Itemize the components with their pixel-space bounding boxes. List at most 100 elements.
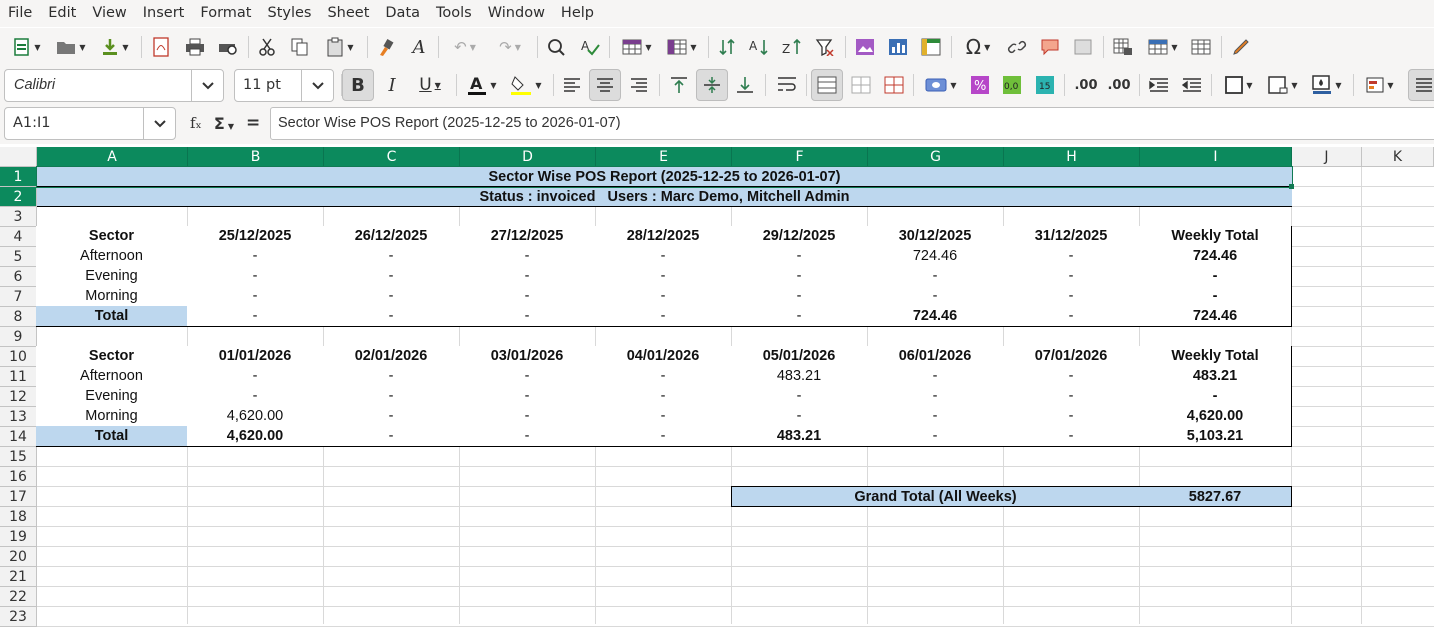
column-header-k[interactable]: K (1362, 147, 1434, 167)
align-bottom-icon[interactable] (733, 72, 757, 98)
sort-icon[interactable] (715, 34, 739, 60)
autofilter-icon[interactable] (813, 34, 837, 60)
function-wizard-icon[interactable]: fₓ (190, 114, 202, 132)
sort-ascending-icon[interactable]: A (747, 34, 771, 60)
define-print-area-icon[interactable] (1111, 34, 1135, 60)
menu-tools[interactable]: Tools (428, 0, 480, 27)
split-window-icon[interactable] (1189, 34, 1213, 60)
row-header-12[interactable]: 12 (0, 387, 37, 407)
menu-window[interactable]: Window (480, 0, 553, 27)
open-folder-icon[interactable]: ▼ (52, 34, 90, 60)
format-as-currency-icon[interactable]: ▼ (920, 72, 962, 98)
conditional-format-icon[interactable]: ▼ (1360, 72, 1400, 98)
font-color-icon[interactable]: A ▼ (462, 72, 502, 98)
menu-help[interactable]: Help (553, 0, 602, 27)
chevron-down-icon[interactable] (143, 108, 175, 139)
row-header-3[interactable]: 3 (0, 207, 37, 227)
row-header-7[interactable]: 7 (0, 287, 37, 307)
clone-formatting-icon[interactable] (375, 34, 397, 60)
sum-icon[interactable]: Σ ▼ (214, 114, 234, 133)
row-header-9[interactable]: 9 (0, 327, 37, 347)
italic-icon[interactable]: I (380, 72, 404, 98)
align-right-icon[interactable] (627, 72, 651, 98)
menu-edit[interactable]: Edit (40, 0, 84, 27)
column-header-c[interactable]: C (324, 147, 460, 167)
row-header-19[interactable]: 19 (0, 527, 37, 547)
row-header-17[interactable]: 17 (0, 487, 37, 507)
special-character-icon[interactable]: Ω ▼ (958, 34, 998, 60)
sort-descending-icon[interactable]: Z (780, 34, 804, 60)
save-icon[interactable]: ▼ (96, 34, 134, 60)
name-box[interactable]: A1:I1 (4, 107, 176, 140)
row-header-18[interactable]: 18 (0, 507, 37, 527)
wrap-text-icon[interactable] (775, 72, 799, 98)
row-header-22[interactable]: 22 (0, 587, 37, 607)
column-header-h[interactable]: H (1004, 147, 1140, 167)
column-header-j[interactable]: J (1292, 147, 1362, 167)
print-icon[interactable] (183, 34, 207, 60)
insert-chart-icon[interactable] (886, 34, 910, 60)
column-header-b[interactable]: B (188, 147, 324, 167)
row-header-14[interactable]: 14 (0, 427, 37, 447)
cut-icon[interactable] (256, 34, 278, 60)
menu-styles[interactable]: Styles (259, 0, 319, 27)
menu-view[interactable]: View (84, 0, 134, 27)
comment-icon[interactable] (1038, 34, 1062, 60)
hyperlink-icon[interactable] (1005, 34, 1029, 60)
row-header-11[interactable]: 11 (0, 367, 37, 387)
row-header-21[interactable]: 21 (0, 567, 37, 587)
underline-icon[interactable]: U ▼ (410, 72, 450, 98)
format-as-date-icon[interactable]: 15 (1033, 72, 1057, 98)
column-header-f[interactable]: F (732, 147, 868, 167)
headers-footers-icon[interactable] (1071, 34, 1095, 60)
sidebar-toggle-icon[interactable] (1408, 69, 1434, 101)
borders-icon[interactable]: ▼ (1219, 72, 1259, 98)
row-header-16[interactable]: 16 (0, 467, 37, 487)
highlighting-color-icon[interactable]: ▼ (506, 72, 546, 98)
decrease-indent-icon[interactable] (1180, 72, 1204, 98)
increase-indent-icon[interactable] (1147, 72, 1171, 98)
redo-icon[interactable]: ↷ ▼ (490, 34, 530, 60)
row-header-13[interactable]: 13 (0, 407, 37, 427)
format-as-number-icon[interactable]: 0,0 (1000, 72, 1024, 98)
column-header-e[interactable]: E (596, 147, 732, 167)
undo-icon[interactable]: ↶ ▼ (445, 34, 485, 60)
formula-icon[interactable]: = (246, 113, 260, 133)
insert-image-icon[interactable] (853, 34, 877, 60)
column-header-i[interactable]: I (1140, 147, 1292, 167)
row-header-23[interactable]: 23 (0, 607, 37, 627)
column-icon[interactable]: ▼ (662, 34, 702, 60)
draw-functions-icon[interactable] (1229, 34, 1253, 60)
add-decimal-place-icon[interactable]: .00 (1073, 72, 1099, 98)
border-color-icon[interactable]: ▼ (1307, 72, 1347, 98)
bold-icon[interactable]: B (342, 69, 374, 101)
new-document-icon[interactable]: ▼ (8, 34, 46, 60)
format-as-percent-icon[interactable]: % (968, 72, 992, 98)
row-header-20[interactable]: 20 (0, 547, 37, 567)
freeze-rows-columns-icon[interactable]: ▼ (1143, 34, 1183, 60)
column-header-d[interactable]: D (460, 147, 596, 167)
row-header-1[interactable]: 1 (0, 167, 37, 187)
row-header-4[interactable]: 4 (0, 227, 37, 247)
chevron-down-icon[interactable] (301, 70, 333, 101)
merge-center-icon[interactable] (811, 69, 843, 101)
center-vertically-icon[interactable] (696, 69, 728, 101)
menu-format[interactable]: Format (192, 0, 259, 27)
unmerge-cells-icon[interactable] (882, 72, 906, 98)
row-header-8[interactable]: 8 (0, 307, 37, 327)
menu-file[interactable]: File (0, 0, 40, 27)
copy-icon[interactable] (289, 34, 311, 60)
clear-formatting-icon[interactable]: A (408, 34, 430, 60)
print-preview-icon[interactable] (216, 34, 240, 60)
align-center-icon[interactable] (589, 69, 621, 101)
border-style-icon[interactable]: ▼ (1263, 72, 1303, 98)
row-icon[interactable]: ▼ (617, 34, 657, 60)
export-pdf-icon[interactable] (150, 34, 172, 60)
selection-handle[interactable] (1289, 184, 1294, 189)
align-left-icon[interactable] (560, 72, 584, 98)
row-header-6[interactable]: 6 (0, 267, 37, 287)
row-header-15[interactable]: 15 (0, 447, 37, 467)
spelling-icon[interactable]: A (578, 34, 602, 60)
spreadsheet-grid[interactable]: A B C D E F G H I J K 1 2 3 4 5 6 7 8 9 10 11 12 13 14 15 16 17 18 19… (0, 147, 1434, 627)
chevron-down-icon[interactable] (191, 70, 223, 101)
